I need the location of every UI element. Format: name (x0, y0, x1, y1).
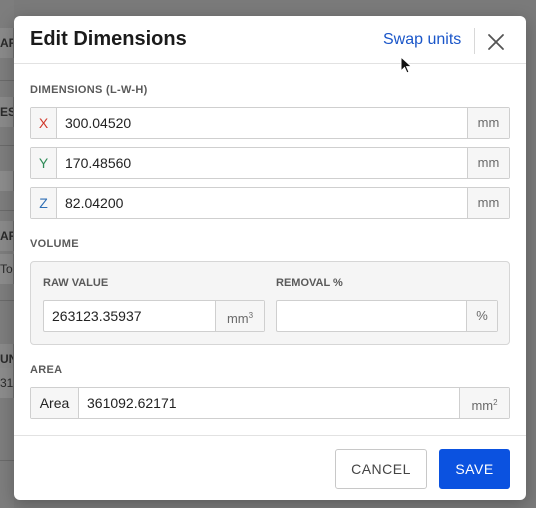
close-icon (488, 34, 504, 50)
bg-fragment: AR (0, 221, 14, 251)
bg-field (0, 171, 14, 191)
dimension-z-input[interactable]: 82.04200 (57, 188, 468, 218)
removal-field: % (276, 300, 498, 332)
bg-divider (0, 210, 14, 211)
dimension-z-row: Z 82.04200 mm (30, 187, 510, 219)
volume-label: VOLUME (30, 238, 79, 250)
header-divider (474, 28, 475, 54)
save-button[interactable]: SAVE (439, 449, 510, 489)
area-unit-exponent: 2 (493, 398, 498, 407)
edit-dimensions-dialog: Edit Dimensions Swap units DIMENSIONS (L… (14, 16, 526, 500)
raw-unit-exponent: 3 (248, 311, 254, 320)
dimensions-label: DIMENSIONS (L-W-H) (30, 84, 148, 96)
raw-value-field: 263123.35937 mm3 (43, 300, 265, 332)
removal-label: REMOVAL % (276, 277, 343, 289)
axis-y-label: Y (31, 148, 57, 178)
removal-unit: % (466, 301, 497, 331)
bg-divider (0, 460, 14, 461)
bg-fragment: ES (0, 97, 14, 127)
axis-x-label: X (31, 108, 57, 138)
area-label: AREA (30, 364, 63, 376)
axis-z-label: Z (31, 188, 57, 218)
bg-fragment: To (0, 254, 14, 284)
dimension-y-input[interactable]: 170.48560 (57, 148, 468, 178)
swap-units-link[interactable]: Swap units (383, 31, 461, 49)
raw-value-label: RAW VALUE (43, 277, 109, 289)
dialog-title: Edit Dimensions (30, 28, 187, 50)
dimension-x-input[interactable]: 300.04520 (57, 108, 468, 138)
dimension-z-unit: mm (467, 188, 509, 218)
area-input[interactable]: 361092.62171 (79, 388, 459, 418)
background-page: AR ES AR To UN 312 (0, 0, 14, 508)
dimension-y-row: Y 170.48560 mm (30, 147, 510, 179)
dimension-x-row: X 300.04520 mm (30, 107, 510, 139)
bg-divider (0, 145, 14, 146)
area-row: Area 361092.62171 mm2 (30, 387, 510, 419)
area-unit-text: mm (471, 398, 494, 413)
bg-divider (0, 80, 14, 81)
dimension-x-unit: mm (467, 108, 509, 138)
area-prefix: Area (31, 388, 79, 418)
raw-value-unit: mm3 (215, 301, 264, 331)
dialog-header: Edit Dimensions Swap units (14, 16, 526, 64)
dialog-footer: CANCEL SAVE (14, 435, 526, 500)
volume-panel: RAW VALUE REMOVAL % 263123.35937 mm3 % (30, 261, 510, 345)
bg-divider (0, 300, 14, 301)
mouse-cursor-icon (400, 56, 413, 74)
dimension-y-unit: mm (467, 148, 509, 178)
area-unit: mm2 (459, 388, 509, 418)
raw-value-input[interactable]: 263123.35937 (44, 301, 216, 331)
cancel-button[interactable]: CANCEL (335, 449, 427, 489)
raw-unit-text: mm (226, 311, 249, 326)
bg-fragment: 312 (0, 368, 14, 398)
bg-fragment: AR (0, 28, 14, 58)
close-button[interactable] (482, 28, 510, 56)
removal-input[interactable] (277, 301, 467, 331)
